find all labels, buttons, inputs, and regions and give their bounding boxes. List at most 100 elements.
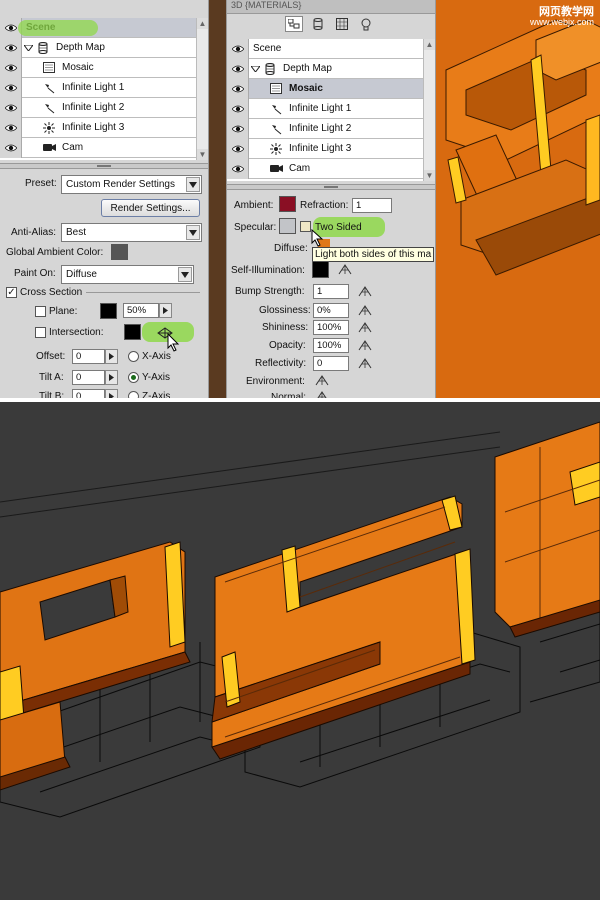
panel-splitter[interactable] — [0, 163, 208, 169]
layer-label: Mosaic — [289, 83, 323, 94]
visibility-eye-icon[interactable] — [0, 37, 22, 58]
layer-row-infinite-light-2[interactable]: Infinite Light 2 — [0, 97, 208, 118]
layer-label: Mosaic — [62, 62, 94, 73]
plane-color-swatch[interactable] — [100, 303, 117, 319]
tilt-a-field[interactable]: 0 — [72, 370, 105, 385]
material-filter-button[interactable] — [333, 16, 351, 32]
scroll-down-arrow[interactable]: ▼ — [424, 170, 435, 181]
two-sided-checkbox[interactable] — [300, 221, 311, 232]
opacity-field[interactable]: 100% — [313, 338, 349, 353]
expand-triangle-icon[interactable] — [249, 65, 261, 72]
visibility-eye-icon[interactable] — [0, 137, 22, 158]
shininess-field[interactable]: 100% — [313, 320, 349, 335]
texture-map-icon[interactable] — [357, 321, 373, 334]
scene-layer-list: SceneDepth MapMosaicInfinite Light 1Infi… — [0, 17, 208, 160]
mesh-filter-button[interactable] — [309, 16, 327, 32]
layer-row-infinite-light-1[interactable]: Infinite Light 1 — [0, 77, 208, 98]
texture-map-icon[interactable] — [357, 285, 373, 298]
texture-map-icon[interactable] — [357, 304, 373, 317]
intersection-color-swatch[interactable] — [124, 324, 141, 340]
visibility-eye-icon[interactable] — [227, 158, 249, 179]
anti-alias-label: Anti-Alias: — [11, 227, 57, 238]
bottom-3d-viewport — [0, 402, 600, 900]
glossiness-field[interactable]: 0% — [313, 303, 349, 318]
layer-row-cam[interactable]: Cam — [0, 137, 208, 158]
reflectivity-field[interactable]: 0 — [313, 356, 349, 371]
visibility-eye-icon[interactable] — [227, 118, 249, 139]
intersection-label: Intersection: — [49, 327, 104, 338]
render-settings-button[interactable]: Render Settings... — [101, 199, 200, 217]
texture-map-icon[interactable] — [357, 339, 373, 352]
scene-filter-button[interactable] — [285, 16, 303, 32]
visibility-eye-icon[interactable] — [0, 97, 22, 118]
ambient-label: Ambient: — [234, 200, 274, 211]
layer-row-infinite-light-3[interactable]: Infinite Light 3 — [227, 138, 435, 159]
mouse-cursor-icon — [311, 228, 325, 247]
layer-row-depth-map[interactable]: Depth Map — [0, 37, 208, 58]
visibility-eye-icon[interactable] — [0, 117, 22, 138]
plane-opacity-field[interactable]: 50% — [123, 303, 159, 318]
texture-map-icon[interactable] — [337, 263, 353, 276]
layer-row-mosaic[interactable]: Mosaic — [227, 78, 435, 99]
layer-row-depth-map[interactable]: Depth Map — [227, 58, 435, 79]
visibility-eye-icon[interactable] — [227, 78, 249, 99]
layer-label: Infinite Light 1 — [289, 103, 352, 114]
y-axis-label: Y-Axis — [142, 372, 170, 383]
plane-label: Plane: — [49, 306, 78, 317]
layer-row-infinite-light-1[interactable]: Infinite Light 1 — [227, 98, 435, 119]
expand-triangle-icon[interactable] — [22, 44, 34, 51]
layer-label: Depth Map — [283, 63, 332, 74]
cross-section-divider — [86, 292, 200, 293]
visibility-eye-icon[interactable] — [227, 38, 249, 59]
cross-section-checkbox[interactable]: ✓ — [6, 287, 17, 298]
visibility-eye-icon[interactable] — [227, 98, 249, 119]
scene-highlight-marker — [18, 20, 98, 36]
offset-field[interactable]: 0 — [72, 349, 105, 364]
visibility-eye-icon[interactable] — [227, 58, 249, 79]
specular-label: Specular: — [234, 222, 277, 233]
preset-value: Custom Render Settings — [66, 179, 175, 190]
bump-strength-label: Bump Strength: — [235, 286, 305, 297]
anti-alias-select[interactable]: Best — [61, 223, 202, 242]
scroll-down-arrow[interactable]: ▼ — [197, 149, 208, 160]
layer-row-infinite-light-2[interactable]: Infinite Light 2 — [227, 118, 435, 139]
scene-list-scrollbar[interactable]: ▲ ▼ — [196, 18, 208, 160]
panel-splitter[interactable] — [227, 184, 435, 190]
layer-row-cam[interactable]: Cam — [227, 158, 435, 179]
scroll-up-arrow[interactable]: ▲ — [197, 18, 208, 29]
offset-arrow[interactable] — [105, 349, 118, 364]
preset-select[interactable]: Custom Render Settings — [61, 175, 202, 194]
self-illumination-swatch[interactable] — [312, 261, 329, 278]
cross-section-label: Cross Section — [20, 287, 83, 298]
two-sided-tooltip: Light both sides of this ma — [312, 247, 435, 262]
scroll-up-arrow[interactable]: ▲ — [424, 39, 435, 50]
extruded-text-cross-section-render — [0, 421, 600, 818]
layer-row-infinite-light-3[interactable]: Infinite Light 3 — [0, 117, 208, 138]
y-axis-radio[interactable] — [128, 372, 139, 383]
texture-map-icon[interactable] — [357, 357, 373, 370]
tilt-a-arrow[interactable] — [105, 370, 118, 385]
specular-color-swatch[interactable] — [279, 218, 296, 234]
mesh-icon — [261, 61, 279, 77]
paint-on-select[interactable]: Diffuse — [61, 265, 194, 284]
materials-list-scrollbar[interactable]: ▲ ▼ — [423, 39, 435, 181]
global-ambient-swatch[interactable] — [111, 244, 128, 260]
ambient-color-swatch[interactable] — [279, 196, 296, 212]
plane-checkbox[interactable] — [35, 306, 46, 317]
layer-row-mosaic[interactable]: Mosaic — [0, 57, 208, 78]
layer-row-scene[interactable]: Scene — [227, 38, 435, 59]
layer-label: Scene — [253, 43, 282, 54]
bump-strength-field[interactable]: 1 — [313, 284, 349, 299]
plane-opacity-arrow[interactable] — [159, 303, 172, 318]
refraction-field[interactable]: 1 — [352, 198, 392, 213]
light-filter-button[interactable] — [357, 16, 375, 32]
texture-map-icon[interactable] — [314, 374, 330, 387]
site-watermark: 网页教学网 www.webjx.com — [530, 6, 594, 28]
x-axis-radio[interactable] — [128, 351, 139, 362]
preset-label: Preset: — [25, 178, 57, 189]
visibility-eye-icon[interactable] — [227, 138, 249, 159]
visibility-eye-icon[interactable] — [0, 57, 22, 78]
offset-label: Offset: — [36, 351, 66, 362]
intersection-checkbox[interactable] — [35, 327, 46, 338]
visibility-eye-icon[interactable] — [0, 77, 22, 98]
